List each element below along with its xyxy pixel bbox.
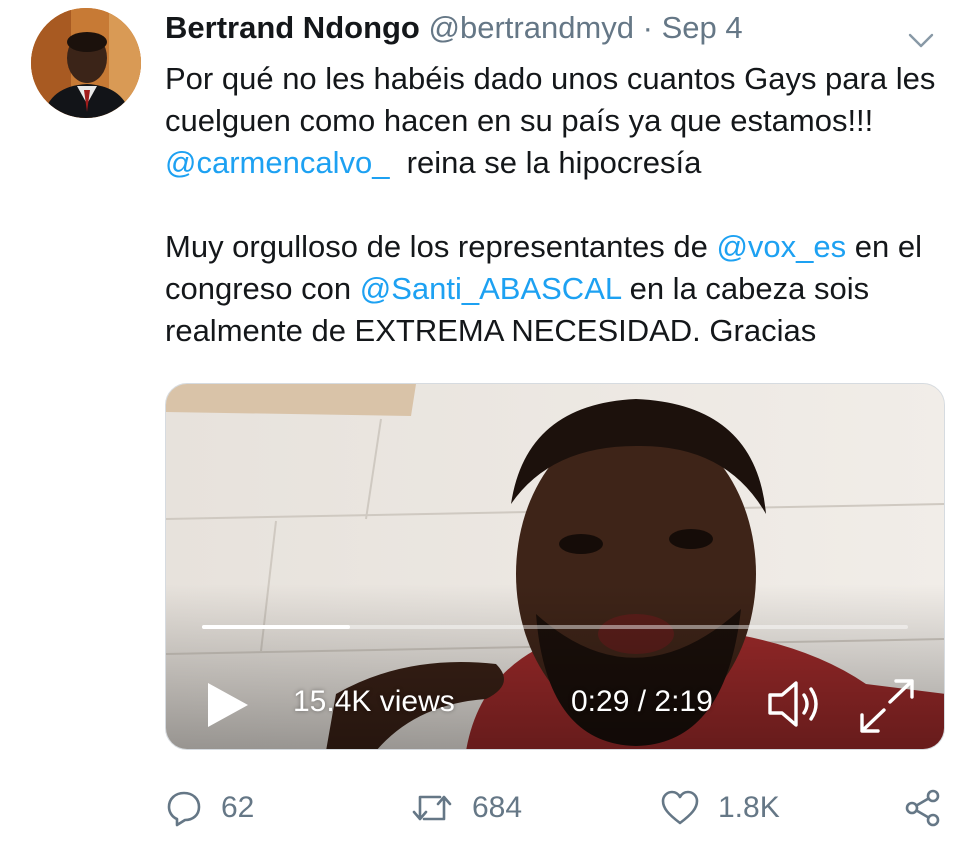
- reply-icon: [165, 789, 203, 827]
- reply-count: 62: [221, 791, 255, 824]
- mention-link[interactable]: @Santi_ABASCAL: [360, 271, 621, 306]
- chevron-down-icon[interactable]: [908, 22, 934, 48]
- tweet-header: Bertrand Ndongo @bertrandmyd · Sep 4: [165, 10, 940, 50]
- like-count: 1.8K: [718, 791, 780, 824]
- speaker-icon[interactable]: [764, 676, 828, 732]
- like-button[interactable]: 1.8K: [660, 778, 780, 838]
- play-icon[interactable]: [204, 680, 252, 730]
- author-handle[interactable]: @bertrandmyd: [429, 10, 635, 45]
- author-avatar[interactable]: [31, 8, 141, 118]
- heart-icon: [660, 789, 700, 827]
- tweet-text-part: reina se la hipocresía: [389, 145, 702, 180]
- share-icon: [903, 788, 943, 828]
- expand-icon[interactable]: [856, 676, 918, 736]
- tweet-date[interactable]: Sep 4: [662, 10, 743, 45]
- video-progress-fill: [202, 625, 351, 629]
- separator-dot: ·: [642, 10, 653, 45]
- tweet-text: Por qué no les habéis dado unos cuantos …: [165, 58, 945, 352]
- video-views: 15.4K views: [293, 685, 455, 718]
- author-name[interactable]: Bertrand Ndongo: [165, 10, 420, 45]
- tweet-actions: 62 684 1.8K: [0, 778, 960, 838]
- retweet-icon: [410, 789, 454, 827]
- share-button[interactable]: [903, 778, 943, 838]
- video-player[interactable]: 15.4K views 0:29 / 2:19: [165, 383, 945, 750]
- retweet-count: 684: [472, 791, 523, 824]
- mention-link[interactable]: @carmencalvo_: [165, 145, 389, 180]
- video-frame: [166, 384, 944, 749]
- reply-button[interactable]: 62: [165, 778, 254, 838]
- video-time: 0:29 / 2:19: [571, 685, 713, 718]
- video-progress-bar[interactable]: [202, 625, 908, 629]
- retweet-button[interactable]: 684: [410, 778, 522, 838]
- mention-link[interactable]: @vox_es: [716, 229, 846, 264]
- tweet-text-part: Por qué no les habéis dado unos cuantos …: [165, 61, 944, 138]
- tweet-text-part: Muy orgulloso de los representantes de: [165, 229, 717, 264]
